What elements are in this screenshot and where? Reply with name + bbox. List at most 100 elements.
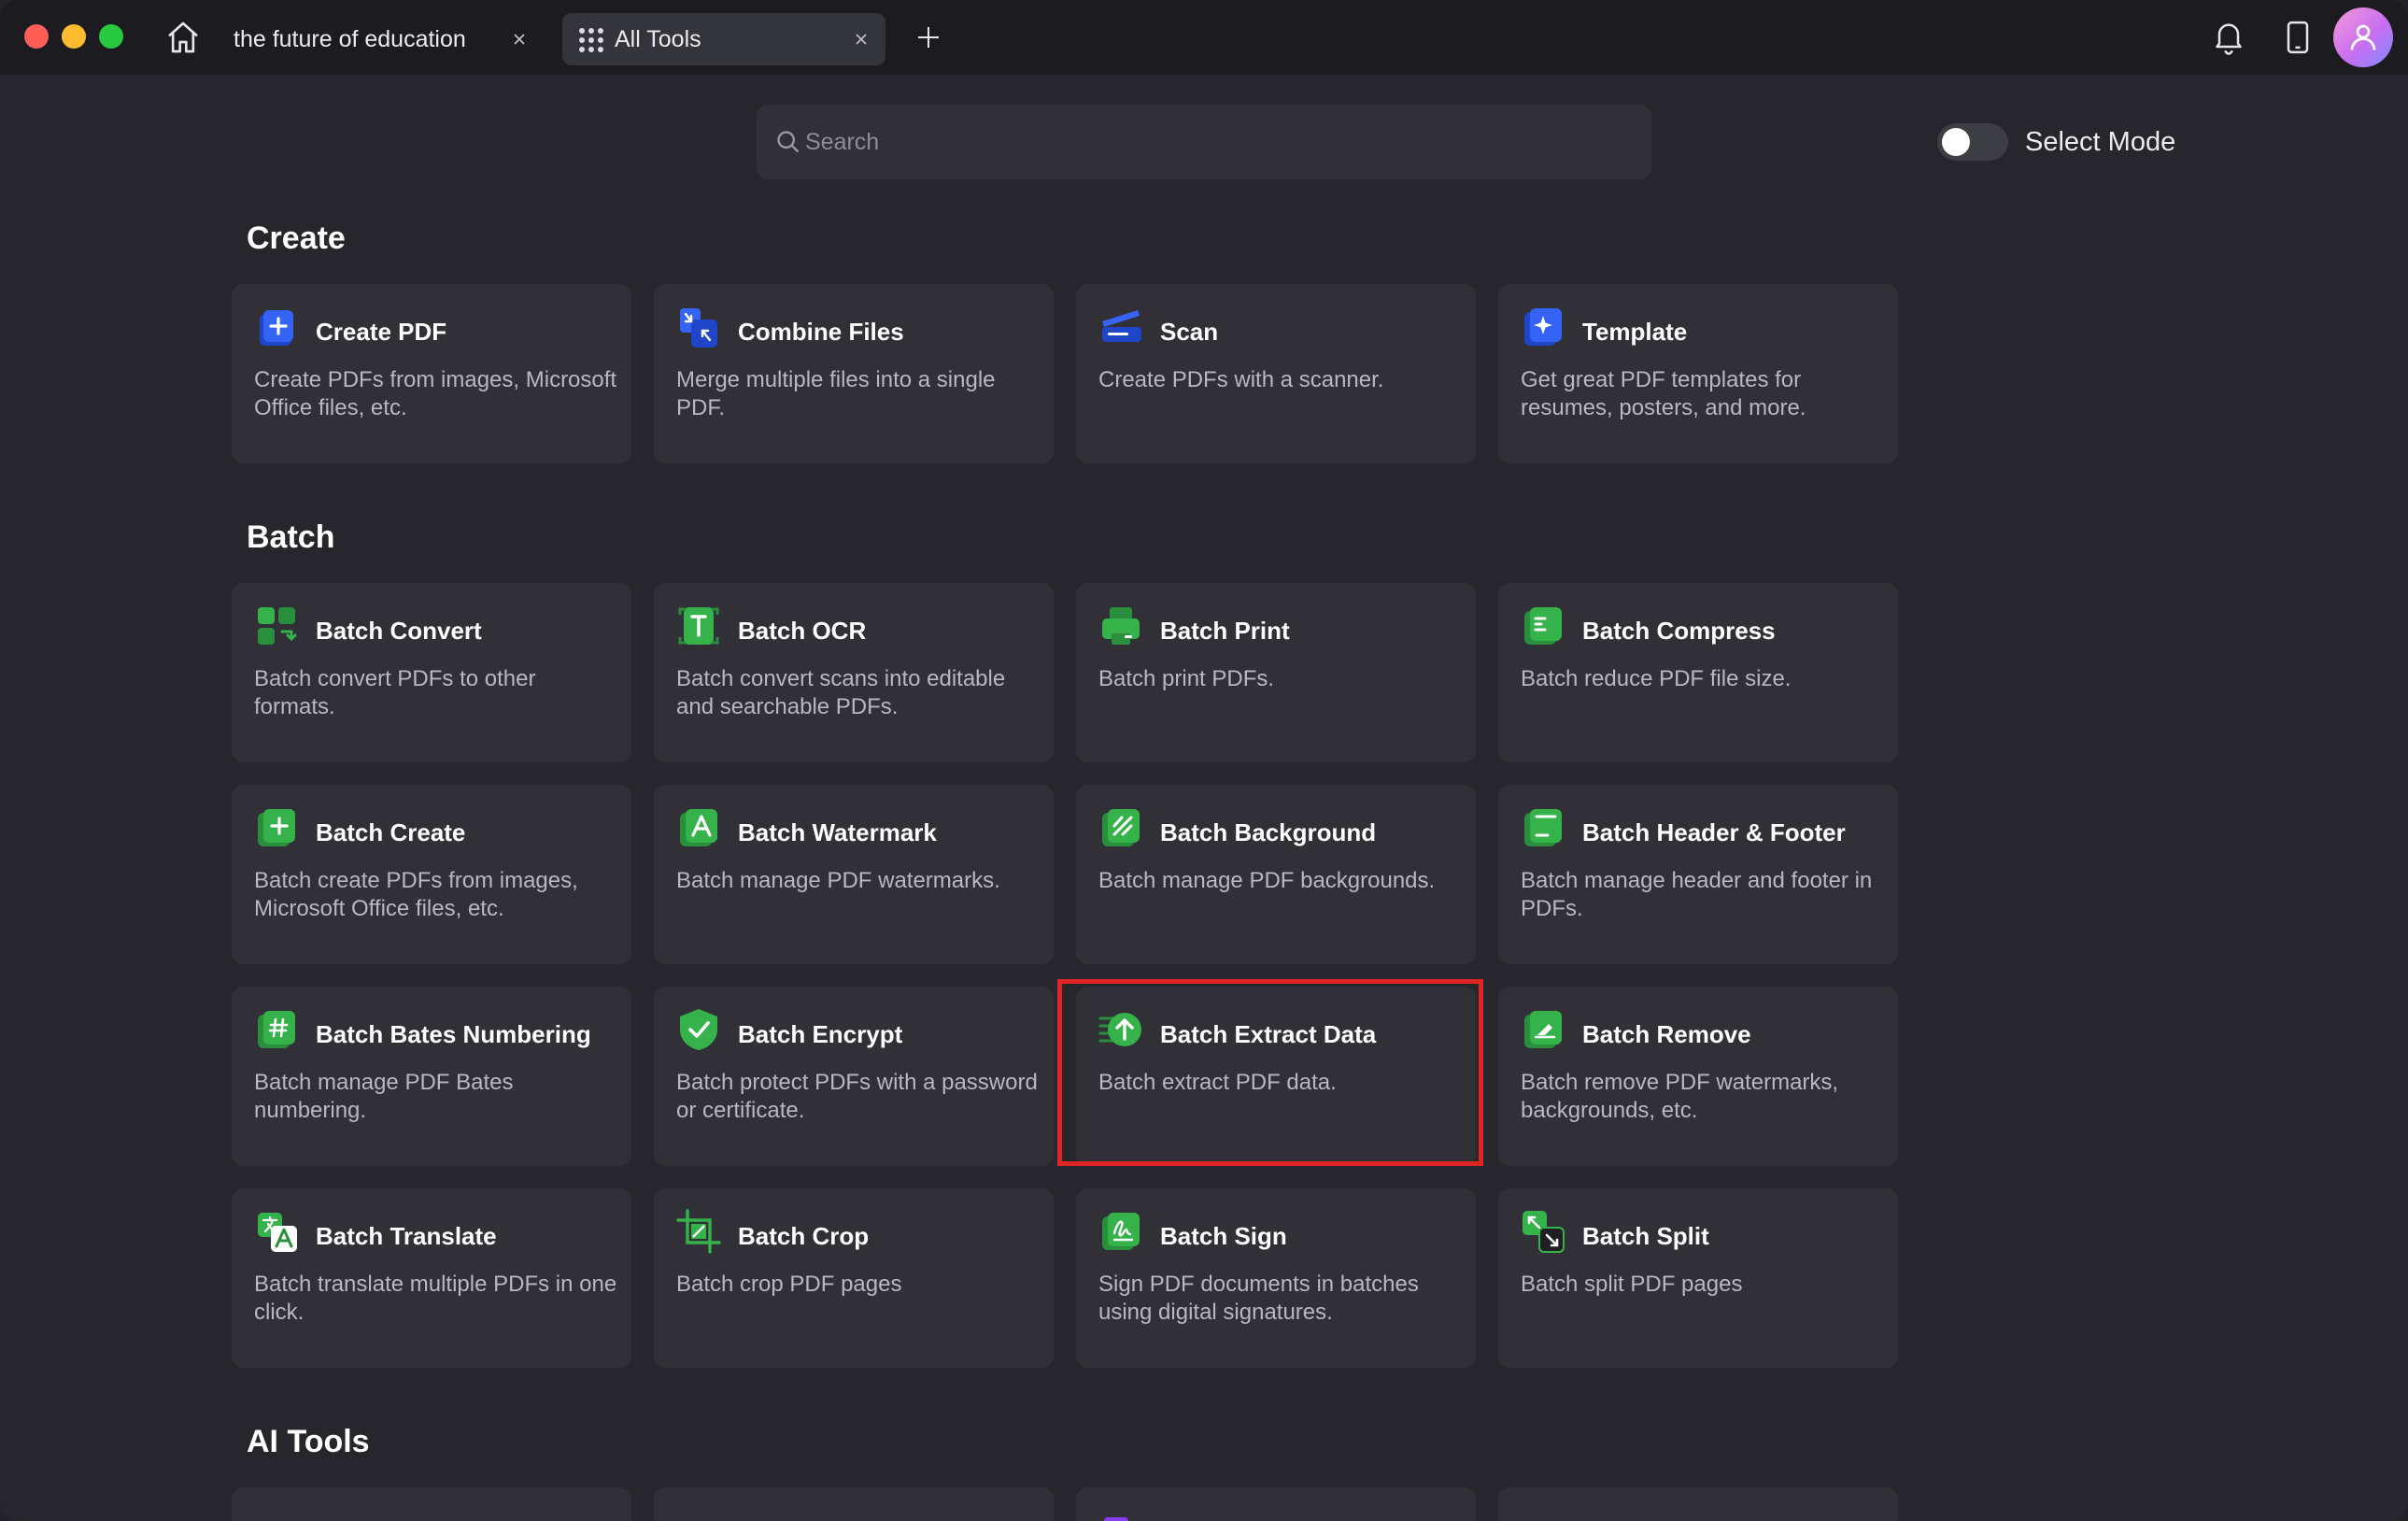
ai-tool-icon [1521, 1508, 1565, 1521]
tool-title: Batch Background [1160, 818, 1377, 846]
batch-split-icon [1523, 1211, 1565, 1253]
tool-title: Batch Extract Data [1160, 1020, 1377, 1048]
batch-encrypt-icon [680, 1009, 717, 1050]
home-icon [168, 21, 198, 53]
tool-description: Batch create PDFs from images, Microsoft… [254, 868, 578, 921]
batch-extract-icon [1098, 1013, 1141, 1046]
tool-card-template[interactable]: Template Get great PDF templates for res… [1498, 284, 1898, 463]
search-icon [777, 131, 800, 153]
batch-create-icon [258, 809, 295, 846]
section-title-ai-tools: AI Tools [247, 1424, 370, 1459]
close-icon [514, 34, 525, 45]
tool-card-batch-bates-numbering[interactable]: Batch Bates Numbering Batch manage PDF B… [232, 987, 631, 1166]
tool-description: Batch translate multiple PDFs in one cli… [254, 1272, 617, 1325]
ai-tool-icon [254, 1508, 299, 1521]
tool-description: Batch remove PDF watermarks, backgrounds… [1521, 1070, 1839, 1123]
notifications-button[interactable] [2210, 19, 2247, 61]
tool-description: Batch convert PDFs to other formats. [254, 666, 536, 719]
batch-watermark-icon [680, 809, 717, 846]
ai-tool-card[interactable] [654, 1487, 1054, 1521]
batch-sign-icon [1102, 1213, 1140, 1250]
bell-icon [2216, 23, 2242, 55]
tool-description: Batch manage PDF watermarks. [676, 868, 1000, 893]
tab-all-tools[interactable]: All Tools [562, 13, 885, 65]
avatar[interactable] [2333, 7, 2393, 67]
maximize-window-button[interactable] [99, 24, 123, 49]
tool-title: Batch Print [1160, 617, 1290, 645]
tool-card-batch-split[interactable]: Batch Split Batch split PDF pages [1498, 1188, 1898, 1368]
tool-card-batch-extract-data[interactable]: Batch Extract Data Batch extract PDF dat… [1076, 987, 1476, 1166]
home-button[interactable] [163, 17, 204, 58]
batch-convert-icon [258, 607, 297, 645]
tool-card-batch-watermark[interactable]: Batch Watermark Batch manage PDF waterma… [654, 785, 1054, 964]
tool-card-create-pdf[interactable]: Create PDF Create PDFs from images, Micr… [232, 284, 631, 463]
batch-crop-icon [676, 1209, 721, 1254]
search-input[interactable] [805, 105, 1627, 179]
batch-print-icon [1102, 607, 1140, 645]
tool-title: Batch Compress [1582, 617, 1776, 645]
tool-title: Batch Remove [1582, 1020, 1751, 1048]
ai-tool-card[interactable] [232, 1487, 631, 1521]
tool-title: Template [1582, 318, 1688, 346]
tool-description: Batch protect PDFs with a password or ce… [676, 1070, 1038, 1123]
search-box[interactable] [757, 105, 1651, 179]
tab-close-button[interactable] [508, 28, 531, 50]
tool-title: Batch Sign [1160, 1222, 1287, 1250]
tool-title: Batch Create [316, 818, 466, 846]
ai-tool-card[interactable] [1498, 1487, 1898, 1521]
ai-tool-card[interactable] [1076, 1487, 1476, 1521]
tool-card-batch-sign[interactable]: Batch Sign Sign PDF documents in batches… [1076, 1188, 1476, 1368]
tool-card-batch-convert[interactable]: Batch Convert Batch convert PDFs to othe… [232, 583, 631, 762]
tab-close-button[interactable] [850, 28, 872, 50]
tool-title: Batch Encrypt [738, 1020, 903, 1048]
tab-the-future-of-education[interactable]: the future of education [217, 13, 544, 65]
tool-title: Scan [1160, 318, 1219, 346]
template-icon [1524, 308, 1562, 346]
tool-title: Batch Split [1582, 1222, 1709, 1250]
grid-icon [579, 28, 603, 52]
tool-card-batch-print[interactable]: Batch Print Batch print PDFs. [1076, 583, 1476, 762]
ai-tool-icon [676, 1508, 721, 1521]
tool-card-batch-remove[interactable]: Batch Remove Batch remove PDF watermarks… [1498, 987, 1898, 1166]
minimize-window-button[interactable] [62, 24, 86, 49]
tool-card-batch-compress[interactable]: Batch Compress Batch reduce PDF file siz… [1498, 583, 1898, 762]
tool-card-batch-header-footer[interactable]: Batch Header & Footer Batch manage heade… [1498, 785, 1898, 964]
tool-title: Batch Header & Footer [1582, 818, 1846, 846]
tool-title: Batch OCR [738, 617, 867, 645]
toggle-knob [1942, 128, 1970, 156]
tool-card-batch-encrypt[interactable]: Batch Encrypt Batch protect PDFs with a … [654, 987, 1054, 1166]
close-window-button[interactable] [24, 24, 49, 49]
close-icon [856, 34, 867, 45]
select-mode-label: Select Mode [2025, 127, 2176, 157]
tool-description: Create PDFs with a scanner. [1098, 367, 1384, 392]
tool-description: Sign PDF documents in batches using digi… [1098, 1272, 1419, 1325]
tool-description: Batch convert scans into editable and se… [676, 666, 1006, 719]
tool-card-batch-translate[interactable]: Batch Translate Batch translate multiple… [232, 1188, 631, 1368]
tool-description: Batch split PDF pages [1521, 1272, 1743, 1297]
title-bar: the future of education All Tools [0, 0, 2408, 75]
create-pdf-icon [260, 310, 293, 346]
tool-description: Batch reduce PDF file size. [1521, 666, 1792, 691]
batch-background-icon [1102, 809, 1140, 846]
tool-description: Create PDFs from images, Microsoft Offic… [254, 367, 617, 420]
device-button[interactable] [2279, 19, 2316, 61]
tool-description: Batch manage header and footer in PDFs. [1521, 868, 1873, 921]
tool-title: Create PDF [316, 318, 447, 346]
tool-description: Batch manage PDF Bates numbering. [254, 1070, 514, 1123]
batch-bates-icon [258, 1011, 295, 1048]
tool-card-batch-background[interactable]: Batch Background Batch manage PDF backgr… [1076, 785, 1476, 964]
tab-label: the future of education [234, 25, 466, 52]
section-title-batch: Batch [247, 519, 335, 555]
batch-remove-icon [1524, 1011, 1562, 1048]
tool-card-scan[interactable]: Scan Create PDFs with a scanner. [1076, 284, 1476, 463]
batch-header-footer-icon [1524, 809, 1562, 846]
app-window: the future of education All Tools Search… [0, 0, 2408, 1521]
tool-card-batch-ocr[interactable]: Batch OCR Batch convert scans into edita… [654, 583, 1054, 762]
tool-card-batch-crop[interactable]: Batch Crop Batch crop PDF pages [654, 1188, 1054, 1368]
tool-card-batch-create[interactable]: Batch Create Batch create PDFs from imag… [232, 785, 631, 964]
select-mode-toggle[interactable] [1937, 123, 2008, 161]
tool-description: Merge multiple files into a single PDF. [676, 367, 996, 420]
tool-title: Combine Files [738, 318, 904, 346]
new-tab-button[interactable] [912, 21, 945, 54]
tool-card-combine-files[interactable]: Combine Files Merge multiple files into … [654, 284, 1054, 463]
